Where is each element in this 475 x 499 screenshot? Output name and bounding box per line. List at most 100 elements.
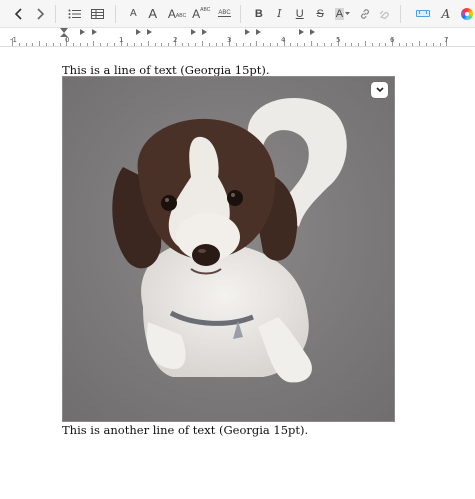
chevron-down-icon: [375, 87, 384, 93]
ruler-tick: [263, 43, 265, 46]
toolbar-divider: [240, 4, 242, 23]
ruler-tick: [181, 43, 183, 46]
ruler-tick: [412, 43, 414, 46]
ruler-tick: [79, 43, 81, 46]
chevron-right-icon[interactable]: [33, 3, 46, 25]
increase-font-label: A: [148, 6, 158, 21]
ruler-tick: [378, 43, 380, 46]
small-caps-label: A: [167, 6, 176, 21]
italic-button[interactable]: I: [272, 3, 287, 25]
tab-stop-marker[interactable]: [256, 29, 261, 35]
ruler-tick: [39, 41, 41, 46]
ruler-tick: [45, 43, 47, 46]
tab-stop-marker[interactable]: [191, 29, 196, 35]
ruler-tick: [100, 43, 102, 46]
ruler-icon[interactable]: [413, 3, 432, 25]
ruler-number: 6: [390, 36, 395, 44]
ruler-tick: [127, 43, 129, 46]
tab-stop-marker[interactable]: [202, 29, 207, 35]
ruler-number: 2: [173, 36, 178, 44]
tab-stop-marker[interactable]: [310, 29, 315, 35]
unlink-icon[interactable]: [377, 3, 392, 25]
increase-font-button[interactable]: A: [145, 3, 160, 25]
superscript-button[interactable]: A ABC: [192, 3, 211, 25]
strikethrough-button[interactable]: S: [312, 3, 327, 25]
small-caps-button[interactable]: A ABC: [166, 3, 187, 25]
highlight-label: A: [334, 7, 345, 20]
ruler-number: 7: [444, 36, 449, 44]
tab-stop-marker[interactable]: [147, 29, 152, 35]
ruler-tick: [269, 43, 271, 46]
ruler-tick: [25, 43, 27, 46]
ruler-tick: [202, 41, 204, 46]
ruler-tick: [18, 43, 20, 46]
tab-stop-marker[interactable]: [136, 29, 141, 35]
highlight-button[interactable]: A: [333, 3, 352, 25]
superscript-sub-label: ABC: [200, 7, 211, 13]
abc-format-label: ABC: [218, 10, 231, 17]
decrease-font-label: A: [129, 8, 137, 19]
link-icon[interactable]: [357, 3, 372, 25]
dog-photo[interactable]: [62, 76, 395, 422]
ruler-number: -1: [10, 36, 17, 44]
ruler-tick: [324, 43, 326, 46]
bold-label: B: [254, 7, 263, 20]
ruler-tick: [86, 43, 88, 46]
tab-stop-marker[interactable]: [245, 29, 250, 35]
ruler-tick: [195, 43, 197, 46]
document-ruler[interactable]: -1 0 1 2 3 4 5 6 7: [0, 27, 475, 47]
color-wheel-icon[interactable]: [460, 3, 475, 25]
tab-stop-marker[interactable]: [92, 29, 97, 35]
ruler-tick: [364, 41, 366, 46]
underline-button[interactable]: U: [292, 3, 307, 25]
ruler-tick: [358, 43, 360, 46]
font-style-button[interactable]: A: [438, 3, 453, 25]
ruler-tick: [73, 43, 75, 46]
ruler-tick: [208, 43, 210, 46]
ruler-number: 0: [65, 36, 70, 44]
ruler-tick: [235, 43, 237, 46]
toolbar-divider: [54, 4, 56, 23]
font-style-label: A: [441, 6, 451, 21]
abc-format-button[interactable]: ABC: [215, 3, 234, 25]
ruler-tick: [432, 43, 434, 46]
ruler-tick: [256, 41, 258, 46]
ruler-tick: [93, 41, 95, 46]
ruler-tick: [140, 43, 142, 46]
formatting-toolbar: A A A ABC A ABC ABC B I U S A A: [0, 0, 475, 27]
ruler-tick: [398, 43, 400, 46]
document-text-line[interactable]: This is a line of text (Georgia 15pt).: [62, 63, 270, 77]
ruler-tick: [134, 43, 136, 46]
ruler-tick: [242, 43, 244, 46]
toolbar-divider: [114, 4, 116, 23]
tab-stop-marker[interactable]: [299, 29, 304, 35]
ruler-tick: [188, 43, 190, 46]
ruler-tick: [297, 43, 299, 46]
ruler-tick: [276, 43, 278, 46]
decrease-font-button[interactable]: A: [126, 3, 141, 25]
strikethrough-label: S: [316, 7, 324, 20]
ruler-number: 3: [227, 36, 232, 44]
ruler-tick: [419, 41, 421, 46]
document-text-line[interactable]: This is another line of text (Georgia 15…: [62, 423, 308, 437]
ruler-tick: [351, 43, 353, 46]
italic-label: I: [277, 7, 282, 20]
ruler-tick: [52, 43, 54, 46]
bold-button[interactable]: B: [251, 3, 266, 25]
ruler-tick: [113, 43, 115, 46]
ruler-tick: [303, 43, 305, 46]
bulleted-list-icon[interactable]: [66, 3, 83, 25]
toolbar-divider: [399, 4, 401, 23]
ruler-number: 4: [281, 36, 286, 44]
ruler-tick: [385, 43, 387, 46]
ruler-tick: [344, 43, 346, 46]
underline-label: U: [295, 7, 304, 20]
image-options-button[interactable]: [371, 82, 388, 98]
chevron-left-icon[interactable]: [12, 3, 25, 25]
tab-stop-marker[interactable]: [80, 29, 85, 35]
ruler-tick: [249, 43, 251, 46]
table-icon[interactable]: [89, 3, 106, 25]
ruler-tick: [426, 43, 428, 46]
ruler-number: 5: [336, 36, 341, 44]
ruler-tick: [317, 43, 319, 46]
